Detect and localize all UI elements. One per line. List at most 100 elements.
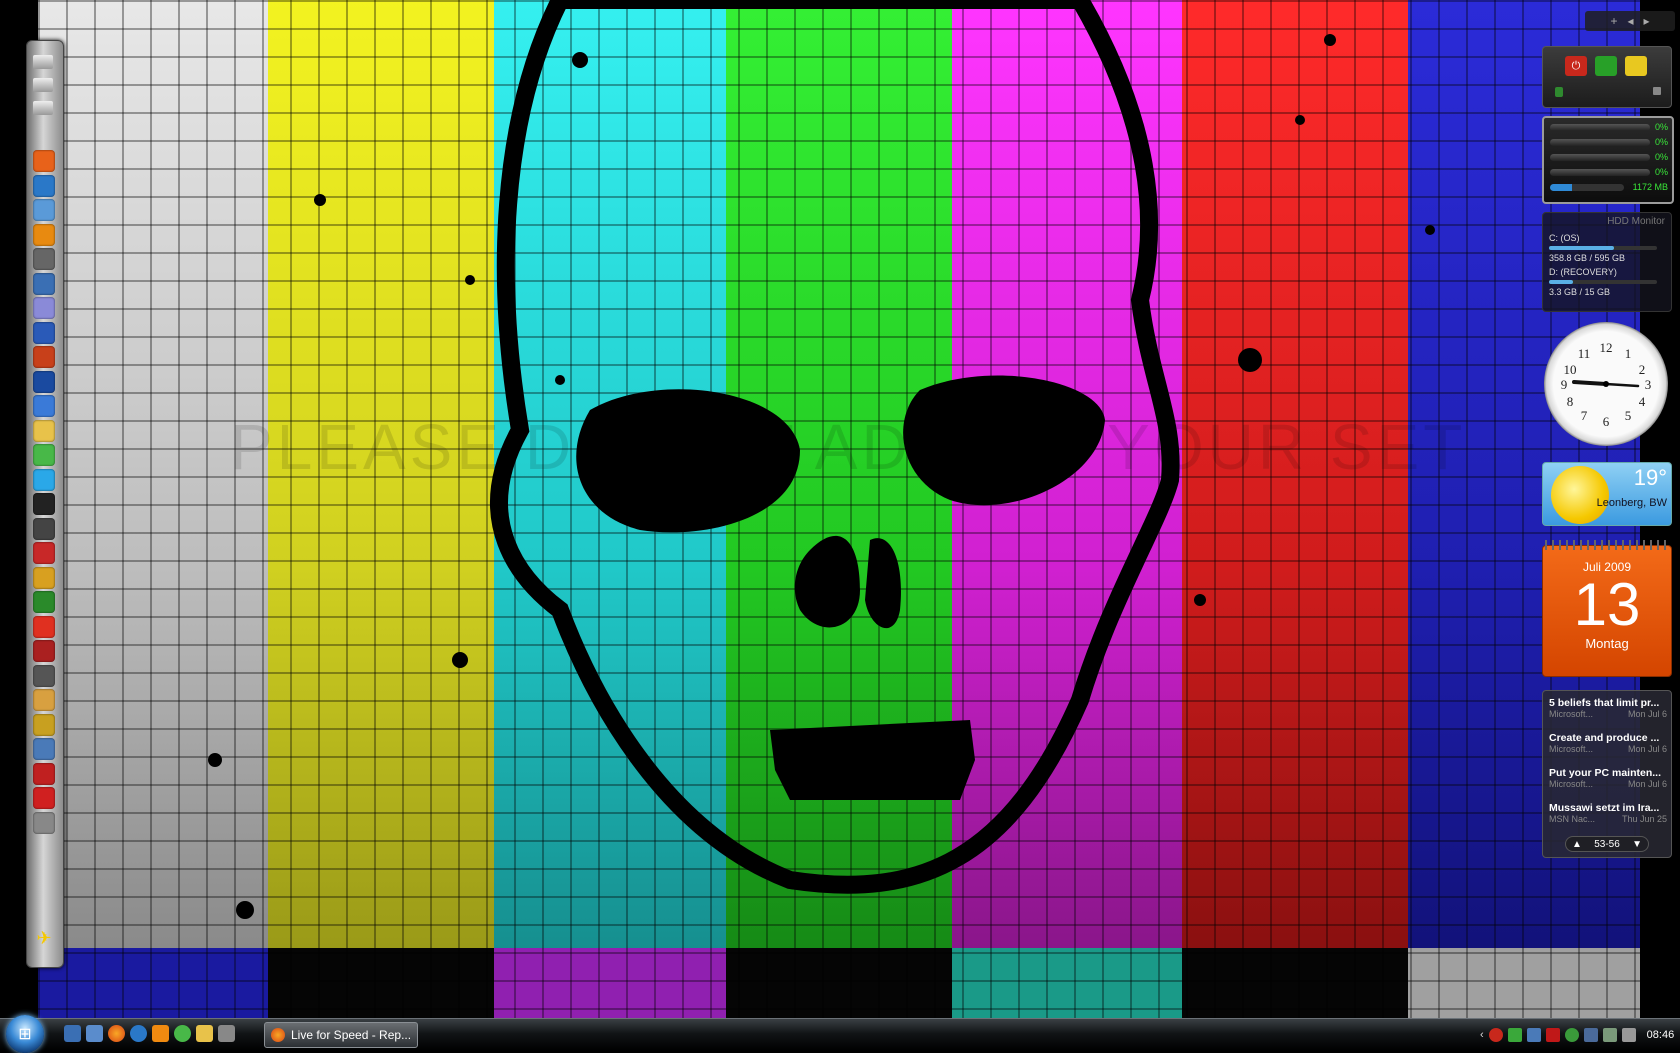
svg-text:2: 2 bbox=[1639, 362, 1646, 377]
svg-text:9: 9 bbox=[1561, 377, 1568, 392]
previous-icon[interactable]: ◂ bbox=[1627, 14, 1633, 28]
drive-c-bar bbox=[1549, 246, 1657, 250]
tool-icon[interactable] bbox=[33, 591, 55, 613]
settings-icon[interactable] bbox=[1555, 87, 1563, 97]
ati-icon[interactable] bbox=[1545, 1028, 1560, 1042]
music-icon[interactable] bbox=[33, 248, 55, 270]
drive-c-usage: 358.8 GB / 595 GB bbox=[1549, 253, 1626, 263]
feed-item[interactable]: 5 beliefs that limit pr... Microsoft... M… bbox=[1549, 697, 1667, 719]
feed-item[interactable]: Mussawi setzt im Ira... MSN Nac... Thu Ju… bbox=[1549, 802, 1667, 824]
cpu-core-2: 0% bbox=[1654, 137, 1668, 147]
padlock-icon bbox=[1653, 87, 1661, 95]
memory-usage: 1172 MB bbox=[1632, 182, 1668, 192]
racing-icon[interactable] bbox=[33, 738, 55, 760]
firefox-icon[interactable] bbox=[33, 150, 55, 172]
update-icon[interactable] bbox=[1564, 1028, 1579, 1042]
clock-gadget[interactable]: 12 1 2 3 4567 8 9 10 11 bbox=[1544, 322, 1668, 446]
cpu-core-4: 0% bbox=[1654, 167, 1668, 177]
cpu-core-3: 0% bbox=[1654, 152, 1668, 162]
speed-icon[interactable] bbox=[33, 762, 55, 785]
cpu-core-1: 0% bbox=[1654, 122, 1668, 132]
dock-icon-list bbox=[30, 150, 58, 836]
show-desktop-icon[interactable] bbox=[64, 1025, 81, 1042]
nvidia-icon[interactable] bbox=[33, 493, 55, 515]
save-icon[interactable] bbox=[33, 321, 55, 344]
cpu-meter-gadget: 0% 0% 0% 0% 1172 MB bbox=[1542, 116, 1674, 204]
mail-icon[interactable] bbox=[33, 419, 55, 442]
hdd-monitor-gadget: HDD Monitor C: (OS) 358.8 GB / 595 GB D:… bbox=[1542, 212, 1672, 312]
taskbar-button-label: Live for Speed - Rep... bbox=[291, 1028, 412, 1042]
next-icon[interactable]: ▸ bbox=[1644, 14, 1650, 28]
restart-button[interactable] bbox=[1595, 56, 1617, 76]
svg-text:10: 10 bbox=[1564, 362, 1577, 377]
messenger-icon[interactable] bbox=[33, 395, 55, 417]
unreal-icon[interactable] bbox=[33, 713, 55, 736]
clock-face: 12 123 4567 891011 bbox=[1561, 340, 1652, 429]
taskbar-clock[interactable]: 08:46 bbox=[1647, 1029, 1675, 1041]
feed-previous-icon[interactable]: ▲ bbox=[1572, 839, 1582, 850]
desktop-icon[interactable] bbox=[33, 55, 53, 69]
lock-button[interactable] bbox=[1625, 56, 1647, 76]
svg-text:5: 5 bbox=[1625, 408, 1632, 423]
calendar-gadget[interactable]: Juli 2009 13 Montag bbox=[1542, 540, 1672, 677]
eagle-icon[interactable] bbox=[33, 689, 55, 711]
feed-item[interactable]: Put your PC mainten... Microsoft... Mon J… bbox=[1549, 767, 1667, 789]
battery-icon[interactable] bbox=[1602, 1028, 1617, 1042]
ie-icon[interactable] bbox=[130, 1025, 147, 1042]
media-player-icon[interactable] bbox=[33, 223, 55, 246]
weather-gadget[interactable]: 19° Leonberg, BW bbox=[1542, 462, 1672, 526]
antivirus-icon[interactable] bbox=[1488, 1028, 1503, 1042]
game2-icon[interactable] bbox=[33, 664, 55, 687]
system-tray: ‹ 08:46 bbox=[1480, 1022, 1680, 1048]
power-button[interactable]: ⏻ bbox=[1565, 56, 1587, 76]
generic-icon[interactable] bbox=[33, 811, 55, 834]
feed-item[interactable]: Create and produce ... Microsoft... Mon J… bbox=[1549, 732, 1667, 754]
svg-text:3: 3 bbox=[1645, 377, 1652, 392]
target-icon[interactable] bbox=[33, 615, 55, 638]
folder-icon[interactable] bbox=[33, 78, 53, 92]
volume-icon[interactable] bbox=[1621, 1028, 1636, 1042]
itunes-icon[interactable] bbox=[33, 199, 55, 221]
mail-icon[interactable] bbox=[196, 1025, 213, 1042]
music-icon[interactable] bbox=[218, 1025, 235, 1042]
drive-d-bar bbox=[1549, 280, 1657, 284]
feed-pager: ▲ 53-56 ▼ bbox=[1565, 836, 1649, 852]
tray-expand-icon[interactable]: ‹ bbox=[1480, 1029, 1484, 1041]
audio-icon[interactable] bbox=[33, 297, 55, 319]
counter-strike-icon[interactable] bbox=[33, 517, 55, 540]
pin-icon[interactable]: ✈ bbox=[33, 928, 55, 950]
ie-icon[interactable] bbox=[33, 174, 55, 197]
arrow-icon[interactable] bbox=[33, 787, 55, 809]
gadget-icon[interactable] bbox=[1507, 1028, 1522, 1042]
dock-shortcuts bbox=[33, 55, 55, 124]
feed-headlines-gadget: 5 beliefs that limit pr... Microsoft... M… bbox=[1542, 690, 1672, 858]
system-control-gadget: ⏻ bbox=[1542, 46, 1672, 108]
media-player-icon[interactable] bbox=[152, 1025, 169, 1042]
network-icon[interactable] bbox=[1526, 1028, 1541, 1042]
game-icon[interactable] bbox=[33, 346, 55, 368]
fear-icon[interactable] bbox=[33, 640, 55, 662]
media-center-icon[interactable] bbox=[33, 370, 55, 393]
windows-logo-icon: ⊞ bbox=[18, 1026, 32, 1043]
firefox-icon[interactable] bbox=[108, 1025, 125, 1042]
svg-text:1: 1 bbox=[1625, 346, 1632, 361]
start-button[interactable]: ⊞ bbox=[6, 1015, 44, 1053]
taskbar bbox=[0, 1018, 1680, 1051]
add-gadget-icon[interactable]: + bbox=[1610, 14, 1617, 28]
svg-text:8: 8 bbox=[1567, 394, 1574, 409]
taskbar-button-live-for-speed[interactable]: Live for Speed - Rep... bbox=[264, 1022, 418, 1048]
clover-icon[interactable] bbox=[174, 1025, 191, 1042]
calendar-day: 13 bbox=[1573, 571, 1641, 638]
left4dead-icon[interactable] bbox=[33, 542, 55, 564]
half-life-icon[interactable] bbox=[33, 566, 55, 589]
skype-icon[interactable] bbox=[33, 468, 55, 491]
sun-icon bbox=[1551, 466, 1609, 524]
weather-location: Leonberg, BW bbox=[1596, 497, 1667, 509]
skull-graphic bbox=[208, 0, 1435, 919]
monitor-icon[interactable] bbox=[1583, 1028, 1598, 1042]
switch-windows-icon[interactable] bbox=[86, 1025, 103, 1042]
vlc-icon[interactable] bbox=[33, 272, 55, 295]
document-icon[interactable] bbox=[33, 101, 53, 115]
clover-icon[interactable] bbox=[33, 444, 55, 466]
feed-next-icon[interactable]: ▼ bbox=[1632, 839, 1642, 850]
